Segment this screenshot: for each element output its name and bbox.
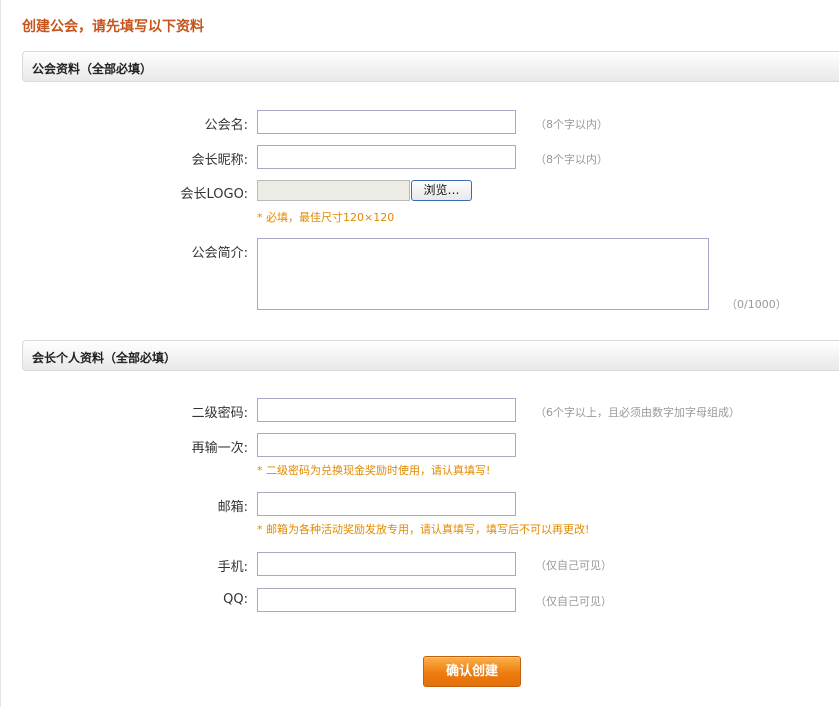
- guild-intro-label: 公会简介:: [191, 246, 248, 261]
- leader-nickname-hint: （8个字以内）: [535, 153, 608, 166]
- qq-label: QQ:: [223, 592, 248, 607]
- leader-logo-label: 会长LOGO:: [180, 187, 248, 202]
- second-password-hint: （6个字以上，且必须由数字加字母组成）: [535, 406, 740, 419]
- leader-nickname-label: 会长昵称:: [191, 153, 248, 168]
- guild-name-input[interactable]: [257, 110, 516, 134]
- repeat-password-input[interactable]: [257, 433, 516, 457]
- section-header-label: 公会资料（全部必填）: [32, 62, 153, 76]
- second-password-label: 二级密码:: [191, 406, 248, 421]
- second-password-input[interactable]: [257, 398, 516, 422]
- guild-intro-char-counter: （0/1000）: [726, 298, 787, 311]
- phone-label: 手机:: [217, 560, 248, 575]
- phone-input[interactable]: [257, 552, 516, 576]
- phone-hint: （仅自己可见）: [535, 559, 612, 572]
- email-label: 邮箱:: [217, 500, 248, 515]
- section-header-guild-info: 公会资料（全部必填）: [22, 51, 839, 82]
- browse-button[interactable]: 浏览…: [411, 180, 472, 201]
- email-note: * 邮箱为各种活动奖励发放专用，请认真填写，填写后不可以再更改!: [257, 523, 590, 536]
- logo-requirement-note: * 必填，最佳尺寸120×120: [257, 211, 395, 224]
- leader-nickname-input[interactable]: [257, 145, 516, 169]
- second-password-note: * 二级密码为兑换现金奖励时使用，请认真填写!: [257, 464, 491, 477]
- guild-name-hint: （8个字以内）: [535, 118, 608, 131]
- email-input[interactable]: [257, 492, 516, 516]
- guild-intro-textarea[interactable]: [257, 238, 709, 310]
- page-left-border: [0, 0, 1, 707]
- guild-name-label: 公会名:: [204, 118, 248, 133]
- repeat-password-label: 再输一次:: [191, 441, 248, 456]
- qq-input[interactable]: [257, 588, 516, 612]
- confirm-create-button[interactable]: 确认创建: [423, 656, 521, 687]
- section-header-label: 会长个人资料（全部必填）: [32, 351, 177, 365]
- logo-file-path-field[interactable]: [257, 180, 410, 201]
- qq-hint: （仅自己可见）: [535, 595, 612, 608]
- page-title: 创建公会，请先填写以下资料: [22, 19, 204, 35]
- section-header-leader-info: 会长个人资料（全部必填）: [22, 340, 839, 371]
